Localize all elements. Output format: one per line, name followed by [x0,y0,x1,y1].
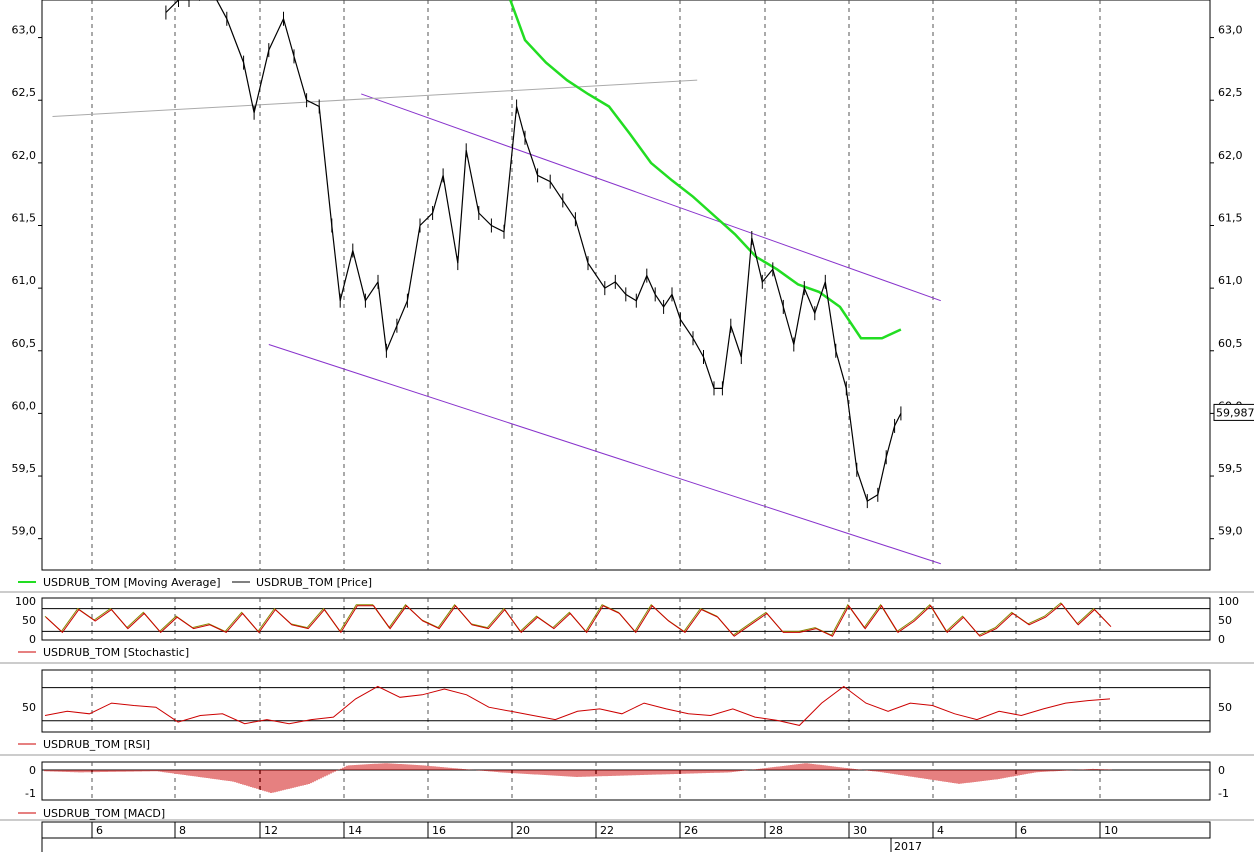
x-tick-label: 6 [1020,824,1027,837]
x-tick-label: 6 [96,824,103,837]
panel-frame-3 [41,761,1211,801]
year-label: 2017 [894,840,922,852]
trendline-0 [268,344,941,565]
y-tick-label-left: 62,0 [12,149,37,162]
stoch-tick-left: 100 [15,595,36,608]
panel-frame-2 [41,669,1211,733]
stoch-tick-left: 50 [22,614,36,627]
stoch-tick-left: 0 [29,633,36,646]
y-tick-label-right: 62,0 [1218,149,1243,162]
y-tick-label-left: 59,5 [12,462,37,475]
trendline-2 [52,79,698,118]
stoch-line-d [44,602,1111,636]
legend-ma-label: USDRUB_TOM [Moving Average] [43,576,221,589]
x-tick-label: 14 [348,824,362,837]
macd-tick-right: 0 [1218,764,1225,777]
x-tick-label: 12 [264,824,278,837]
macd-tick-left: 0 [29,764,36,777]
legend-stoch-label: USDRUB_TOM [Stochastic] [43,646,189,659]
y-tick-label-left: 61,0 [12,274,37,287]
x-tick-label: 20 [516,824,530,837]
legend-rsi-label: USDRUB_TOM [RSI] [43,738,150,751]
legend-price-label: USDRUB_TOM [Price] [256,576,372,589]
x-tick-label: 30 [853,824,867,837]
y-tick-label-left: 59,0 [12,525,37,538]
panel-frame-1 [41,597,1211,641]
stoch-tick-right: 50 [1218,614,1232,627]
chart-svg: 59,059,059,559,560,060,060,560,561,061,0… [0,0,1254,852]
trendline-1 [361,93,941,302]
y-tick-label-left: 60,0 [12,399,37,412]
x-tick-label: 26 [684,824,698,837]
legend-macd-label: USDRUB_TOM [MACD] [43,807,165,820]
stoch-tick-right: 100 [1218,595,1239,608]
rsi-tick-left: 50 [22,701,36,714]
x-axis-band [41,821,1211,839]
x-tick-label: 28 [769,824,783,837]
rsi-line [44,685,1111,726]
series-line-0 [509,0,902,340]
y-tick-label-right: 59,0 [1218,525,1243,538]
y-tick-label-right: 61,0 [1218,274,1243,287]
y-tick-label-right: 59,5 [1218,462,1243,475]
y-tick-label-right: 63,0 [1218,24,1243,37]
x-tick-label: 8 [179,824,186,837]
y-tick-label-right: 62,5 [1218,86,1243,99]
rsi-tick-right: 50 [1218,701,1232,714]
macd-tick-right: -1 [1218,787,1229,800]
macd-tick-left: -1 [25,787,36,800]
y-tick-label-right: 60,5 [1218,337,1243,350]
y-tick-label-right: 61,5 [1218,211,1243,224]
x-tick-label: 10 [1104,824,1118,837]
x-tick-label: 4 [937,824,944,837]
panel-frame-0 [41,0,1211,571]
series-line-1 [165,0,902,502]
x-tick-label: 16 [432,824,446,837]
y-tick-label-left: 60,5 [12,337,37,350]
y-tick-label-left: 63,0 [12,24,37,37]
last-price-label: 59,9875 [1216,406,1254,419]
y-tick-label-left: 61,5 [12,211,37,224]
x-tick-label: 22 [600,824,614,837]
y-tick-label-left: 62,5 [12,86,37,99]
stoch-tick-right: 0 [1218,633,1225,646]
